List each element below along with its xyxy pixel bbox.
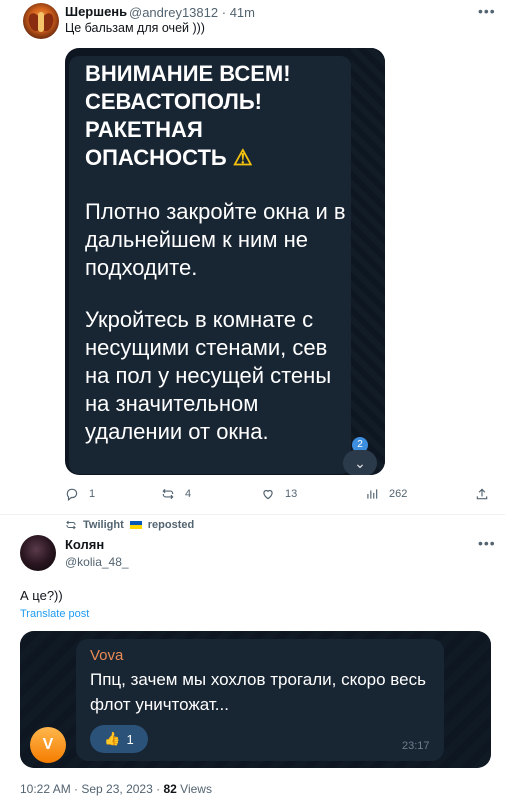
author-handle[interactable]: @andrey13812 [129,5,218,20]
author-meta[interactable]: @andrey13812 · 41m [129,5,255,20]
divider [0,514,505,515]
message-text: Ппц, зачем мы хохлов трогали, скоро весь… [90,670,426,714]
analytics-icon [367,489,378,499]
post-time[interactable]: 41m [230,5,255,20]
chevron-down-icon: ⌄ [343,450,377,475]
alert-paragraph-1: Плотно закройте окна и в дальнейшем к ни… [85,199,346,280]
share-button[interactable] [475,487,489,501]
chat-background [351,48,385,475]
repost-count: 4 [185,488,192,500]
separator: · [221,5,230,20]
reply-button[interactable]: 1 [65,487,95,501]
sender-avatar: V [30,727,66,763]
reply-icon [66,488,78,501]
repost-indicator: Twilight reposted [65,519,194,531]
thumbs-up-icon: 👍 [104,731,121,746]
like-button[interactable]: 13 [261,487,297,501]
more-options-icon[interactable]: ••• [478,3,496,19]
avatar[interactable] [20,535,56,571]
reaction-chip: 👍 1 [90,725,148,753]
author-handle[interactable]: @kolia_48_ [65,555,129,569]
timestamp[interactable]: 10:22 AM · Sep 23, 2023 [20,782,153,796]
view-count: 82 [163,782,177,796]
more-options-icon[interactable]: ••• [478,535,496,551]
heart-icon [263,489,273,500]
repost-label: reposted [147,519,195,531]
views-label: Views [180,782,212,796]
warning-icon: ⚠ [232,145,253,170]
reaction-count: 1 [126,731,134,747]
translate-link[interactable]: Translate post [20,608,89,620]
views-button[interactable]: 262 [365,487,407,501]
reply-count: 1 [89,488,96,500]
message-time: 23:17 [402,740,430,752]
post-footer: 10:22 AM · Sep 23, 2023 · 82 Views [20,782,212,796]
alert-paragraph-2: Укройтесь в комнате с несущими стенами, … [85,307,332,444]
view-count: 262 [389,488,408,500]
repost-icon [162,488,174,500]
alert-heading: ВНИМАНИЕ ВСЕМ! СЕВАСТОПОЛЬ! РАКЕТНАЯ ОПА… [85,60,325,172]
avatar[interactable] [23,3,59,39]
repost-button[interactable]: 4 [161,487,191,501]
tweet-text: А це?)) [20,588,63,603]
repost-icon [66,520,76,530]
author-name[interactable]: Шершень [65,4,127,19]
like-count: 13 [285,488,298,500]
attached-image[interactable]: Vova Ппц, зачем мы хохлов трогали, скоро… [20,631,491,768]
author-name[interactable]: Колян [65,537,104,552]
tweet-actions: 1 4 13 262 [65,487,495,505]
sender-name: Vova [90,647,124,664]
ukraine-flag-icon [129,521,142,529]
attached-image[interactable]: ВНИМАНИЕ ВСЕМ! СЕВАСТОПОЛЬ! РАКЕТНАЯ ОПА… [65,48,385,475]
tweet-text: Це бальзам для очей ))) [65,21,205,35]
reposter-name[interactable]: Twilight [83,519,124,531]
share-icon [476,488,488,500]
alert-heading-text: ВНИМАНИЕ ВСЕМ! СЕВАСТОПОЛЬ! РАКЕТНАЯ ОПА… [85,61,291,170]
